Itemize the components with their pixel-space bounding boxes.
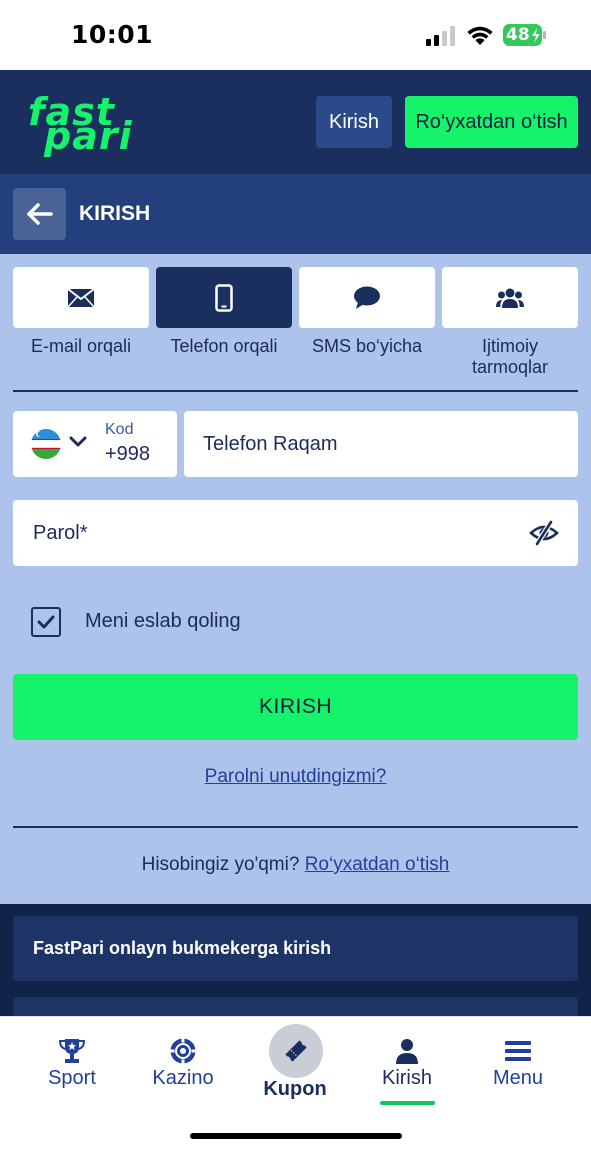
header-login-button[interactable]: Kirish (316, 96, 392, 148)
nav-active-indicator (380, 1101, 435, 1105)
status-bar: 10:01 48 (0, 0, 591, 70)
fastpari-logo[interactable]: fast pari (24, 90, 152, 158)
nav-kupon-label[interactable]: Kupon (240, 1078, 350, 1101)
trophy-icon (58, 1039, 86, 1063)
page-title-bar: KIRISH (0, 174, 591, 254)
tab-sms[interactable] (299, 267, 435, 328)
nav-menu[interactable]: Menu (463, 1017, 573, 1117)
code-value: +998 (105, 443, 151, 465)
ticket-icon (285, 1040, 307, 1062)
wifi-icon (467, 26, 493, 45)
battery-level: 48 (506, 25, 530, 45)
user-icon (396, 1039, 418, 1064)
chat-icon (354, 286, 380, 309)
bottom-navigation: Sport Kazino Kupon Kirish Menu (0, 1016, 591, 1150)
seo-card-title: FastPari onlayn bukmekerga kirish (33, 938, 332, 958)
uzbekistan-flag-icon (31, 429, 61, 459)
login-submit-button[interactable]: KIRISH (13, 674, 578, 740)
checkmark-icon (37, 615, 55, 629)
cellular-signal-icon (426, 26, 455, 46)
form-divider (13, 826, 578, 828)
tab-sms-label: SMS bo‘yicha (311, 336, 423, 356)
nav-kazino-label: Kazino (152, 1067, 214, 1089)
arrow-left-icon (26, 203, 53, 225)
seo-accordion-item[interactable]: FastPari onlayn bukmekerga kirish (13, 916, 578, 981)
code-label: Kod (105, 421, 134, 438)
nav-kirish-label: Kirish (381, 1067, 432, 1089)
nav-kazino[interactable]: Kazino (128, 1017, 238, 1117)
logo-text-bottom: pari (44, 114, 133, 158)
country-code-select[interactable]: Kod +998 (13, 411, 177, 477)
nav-kupon-button[interactable] (269, 1024, 323, 1078)
header-register-button[interactable]: Ro‘yxatdan o‘tish (405, 96, 578, 148)
nav-sport[interactable]: Sport (17, 1017, 127, 1117)
no-account-text: Hisobingiz yo'qmi? (141, 854, 300, 875)
remember-me-checkbox[interactable] (31, 607, 61, 637)
register-link[interactable]: Ro‘yxatdan o‘tish (305, 854, 450, 875)
home-indicator (190, 1133, 402, 1139)
phone-number-input[interactable] (184, 411, 578, 477)
nav-sport-label: Sport (48, 1067, 96, 1089)
nav-menu-label: Menu (492, 1067, 544, 1089)
hamburger-menu-icon (505, 1041, 531, 1061)
password-field (13, 500, 578, 566)
tab-social[interactable] (442, 267, 578, 328)
eye-slash-icon[interactable] (529, 520, 559, 546)
tab-email[interactable] (13, 267, 149, 328)
back-button[interactable] (13, 188, 66, 240)
password-input[interactable] (13, 500, 513, 566)
page-title: KIRISH (79, 202, 151, 225)
tab-social-label: Ijtimoiy tarmoqlar (471, 336, 549, 377)
seo-section: FastPari onlayn bukmekerga kirish (0, 904, 591, 1027)
tab-phone[interactable] (156, 267, 292, 328)
forgot-password-link: Parolni unutdingizmi? (0, 766, 591, 788)
tab-email-label: E-mail orqali (30, 336, 132, 356)
battery-indicator: 48 (503, 24, 547, 46)
app-header: fast pari Kirish Ro‘yxatdan o‘tish (0, 70, 591, 174)
status-time: 10:01 (71, 20, 154, 49)
remember-me-label[interactable]: Meni eslab qoling (85, 610, 241, 633)
login-form: E-mail orqali Telefon orqali SMS bo‘yich… (0, 254, 591, 904)
chevron-down-icon (69, 436, 87, 447)
tabs-divider (13, 390, 578, 392)
casino-chip-icon (170, 1038, 196, 1064)
envelope-icon (67, 287, 95, 308)
phone-icon (215, 283, 233, 312)
tab-phone-label: Telefon orqali (170, 336, 278, 356)
forgot-password-anchor[interactable]: Parolni unutdingizmi? (205, 766, 387, 787)
no-account-line: Hisobingiz yo'qmi? Ro‘yxatdan o‘tish (0, 854, 591, 876)
users-icon (496, 288, 524, 308)
